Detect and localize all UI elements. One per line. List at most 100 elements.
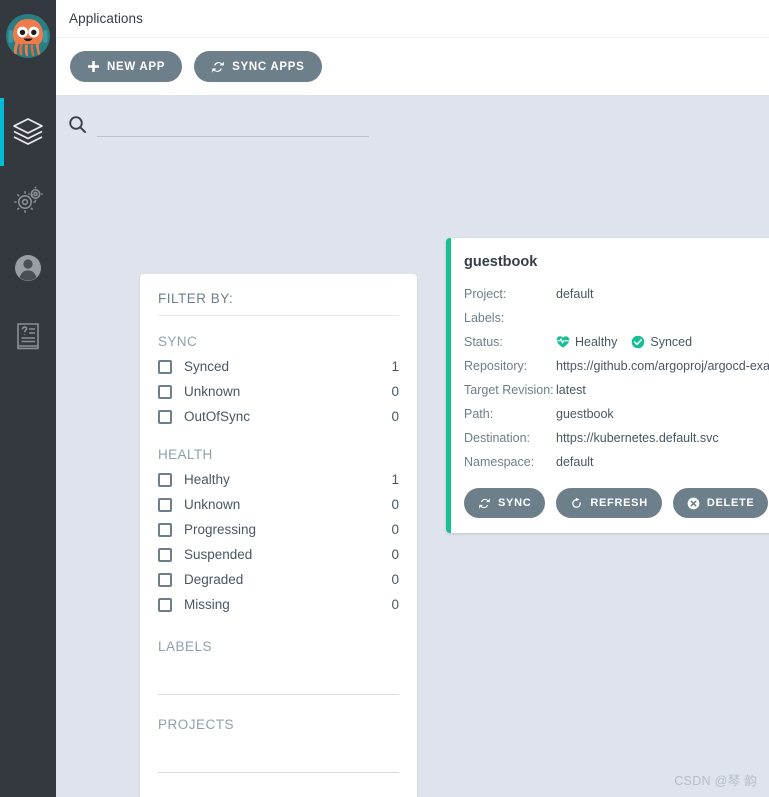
checkbox-degraded[interactable] <box>158 572 172 587</box>
filter-row-degraded[interactable]: Degraded 0 <box>158 567 399 592</box>
search-input[interactable] <box>97 112 369 137</box>
filter-group-heading-sync: SYNC <box>158 334 198 349</box>
card-value-repository: https://github.com/argoproj/argocd-exa..… <box>556 359 769 373</box>
filter-label-outofsync: OutOfSync <box>184 409 251 424</box>
card-key-project: Project: <box>464 287 507 301</box>
filter-row-health-unknown[interactable]: Unknown 0 <box>158 492 399 517</box>
card-sync-label: SYNC <box>498 497 532 509</box>
card-delete-button[interactable]: DELETE <box>672 488 769 518</box>
filter-count-sync-unknown: 0 <box>391 384 399 399</box>
refresh-arrow-icon <box>572 497 582 508</box>
filter-row-outofsync[interactable]: OutOfSync 0 <box>158 404 399 429</box>
card-value-status: Healthy Synced <box>556 335 769 349</box>
card-value-path: guestbook <box>556 407 614 421</box>
card-field-project: Project: default <box>464 282 769 306</box>
new-app-label: NEW APP <box>107 60 166 73</box>
filter-section-divider-projects <box>158 772 399 773</box>
filter-section-labels: LABELS <box>158 639 213 654</box>
filter-panel: FILTER BY: SYNC Synced 1 Unknown 0 OutOf… <box>140 274 417 797</box>
argocd-logo-icon <box>6 14 50 58</box>
card-value-project: default <box>556 287 594 301</box>
card-field-namespace: Namespace: default <box>464 450 769 474</box>
search-icon[interactable] <box>68 115 87 134</box>
filter-count-progressing: 0 <box>391 522 399 537</box>
filter-group-heading-health: HEALTH <box>158 447 213 462</box>
card-delete-label: DELETE <box>706 497 755 509</box>
filter-label-synced: Synced <box>184 359 230 374</box>
card-key-status: Status: <box>464 335 503 349</box>
sidebar-item-settings[interactable] <box>0 166 56 234</box>
checkbox-sync-unknown[interactable] <box>158 384 172 399</box>
gears-settings-icon <box>14 186 43 213</box>
filter-count-degraded: 0 <box>391 572 399 587</box>
title-bar: Applications <box>56 0 769 38</box>
filter-row-progressing[interactable]: Progressing 0 <box>158 517 399 542</box>
content-area: FILTER BY: SYNC Synced 1 Unknown 0 OutOf… <box>56 95 769 797</box>
card-value-destination: https://kubernetes.default.svc <box>556 431 719 445</box>
checkbox-synced[interactable] <box>158 359 172 374</box>
card-key-labels: Labels: <box>464 311 505 325</box>
heart-pulse-icon <box>556 336 570 348</box>
card-field-status: Status: Healthy Synced <box>464 330 769 354</box>
filter-label-missing: Missing <box>184 597 230 612</box>
filter-row-suspended[interactable]: Suspended 0 <box>158 542 399 567</box>
main-column: Applications NEW APP SYNC APPS FILTER BY… <box>56 0 769 797</box>
page-title: Applications <box>69 11 143 26</box>
card-refresh-label: REFRESH <box>590 497 648 509</box>
card-action-bar: SYNC REFRESH DELETE <box>464 488 769 518</box>
check-circle-icon <box>632 335 645 349</box>
sync-apps-button[interactable]: SYNC APPS <box>194 51 322 82</box>
card-key-namespace: Namespace: <box>464 455 535 469</box>
checkbox-suspended[interactable] <box>158 547 172 562</box>
application-card-guestbook[interactable]: guestbook Project: default Labels: Statu… <box>446 238 769 533</box>
user-account-icon <box>15 255 41 281</box>
card-refresh-button[interactable]: REFRESH <box>556 488 662 518</box>
delete-circle-x-icon <box>687 497 700 509</box>
card-key-repository: Repository: <box>464 359 528 373</box>
sidebar-item-applications[interactable] <box>0 98 56 166</box>
filter-count-health-unknown: 0 <box>391 497 399 512</box>
application-name: guestbook <box>464 254 538 270</box>
argocd-applications-page: Applications NEW APP SYNC APPS FILTER BY… <box>0 0 769 797</box>
card-value-namespace: default <box>556 455 594 469</box>
new-app-button[interactable]: NEW APP <box>70 51 183 82</box>
card-field-destination: Destination: https://kubernetes.default.… <box>464 426 769 450</box>
filter-section-divider-labels <box>158 694 399 695</box>
filter-label-healthy: Healthy <box>184 472 230 487</box>
sidebar <box>0 0 56 797</box>
filter-count-missing: 0 <box>391 597 399 612</box>
health-status-label: Healthy <box>575 335 618 349</box>
filter-label-sync-unknown: Unknown <box>184 384 241 399</box>
card-field-path: Path: guestbook <box>464 402 769 426</box>
checkbox-health-unknown[interactable] <box>158 497 172 512</box>
sync-arrows-icon <box>212 60 224 73</box>
filter-count-healthy: 1 <box>391 472 399 487</box>
card-field-target-revision: Target Revision: latest <box>464 378 769 402</box>
checkbox-healthy[interactable] <box>158 472 172 487</box>
documentation-book-icon <box>17 323 39 350</box>
toolbar: NEW APP SYNC APPS <box>56 38 769 95</box>
card-field-repository: Repository: https://github.com/argoproj/… <box>464 354 769 378</box>
card-key-destination: Destination: <box>464 431 531 445</box>
filter-row-healthy[interactable]: Healthy 1 <box>158 467 399 492</box>
search-row <box>56 95 769 140</box>
filter-row-missing[interactable]: Missing 0 <box>158 592 399 617</box>
filter-row-synced[interactable]: Synced 1 <box>158 354 399 379</box>
sync-arrows-icon <box>479 497 490 509</box>
filter-label-suspended: Suspended <box>184 547 253 562</box>
sidebar-item-user-info[interactable] <box>0 234 56 302</box>
filter-panel-title: FILTER BY: <box>158 291 399 316</box>
sidebar-item-documentation[interactable] <box>0 302 56 370</box>
filter-section-projects: PROJECTS <box>158 717 235 732</box>
card-field-labels: Labels: <box>464 306 769 330</box>
card-sync-button[interactable]: SYNC <box>464 488 546 518</box>
checkbox-missing[interactable] <box>158 597 172 612</box>
checkbox-outofsync[interactable] <box>158 409 172 424</box>
filter-row-sync-unknown[interactable]: Unknown 0 <box>158 379 399 404</box>
argocd-octopus-logo[interactable] <box>0 0 56 72</box>
sync-status-label: Synced <box>650 335 693 349</box>
card-key-target-revision: Target Revision: <box>464 383 554 397</box>
checkbox-progressing[interactable] <box>158 522 172 537</box>
filter-count-synced: 1 <box>391 359 399 374</box>
filter-label-progressing: Progressing <box>184 522 257 537</box>
